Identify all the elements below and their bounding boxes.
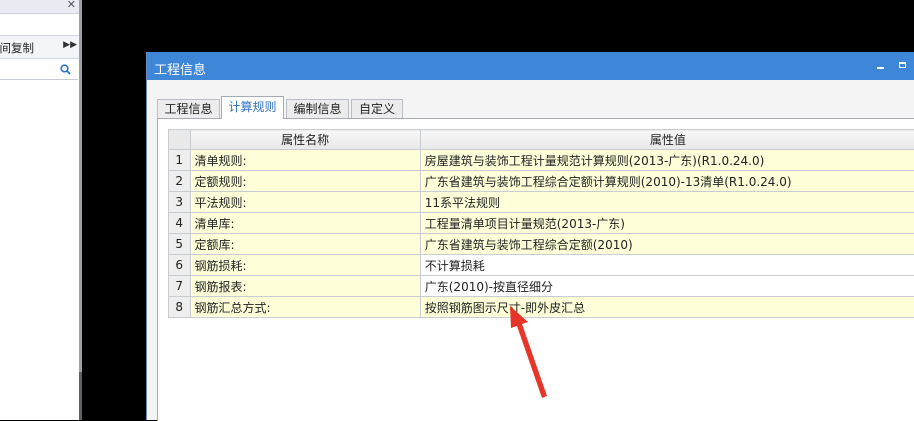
grid-corner bbox=[169, 130, 191, 150]
column-header-property-value[interactable]: 属性值 bbox=[420, 130, 914, 150]
column-header-property-name[interactable]: 属性名称 bbox=[190, 130, 420, 150]
table-row[interactable]: 5 定额库: 广东省建筑与装饰工程综合定额(2010) bbox=[169, 234, 914, 255]
dialog-title: 工程信息 bbox=[154, 59, 206, 78]
row-index: 1 bbox=[169, 150, 191, 171]
row-index: 7 bbox=[169, 276, 191, 297]
table-row[interactable]: 6 钢筋损耗: 不计算损耗 bbox=[169, 255, 914, 276]
property-name-cell: 定额库: bbox=[190, 234, 420, 255]
left-scrollbar-thumb[interactable] bbox=[79, 372, 82, 420]
copy-between-floors-button[interactable]: 层间复制 bbox=[0, 40, 34, 56]
double-chevron-right-icon[interactable]: ▶▶ bbox=[63, 40, 77, 50]
property-value-cell[interactable]: 按照钢筋图示尺寸-即外皮汇总 bbox=[420, 297, 914, 318]
left-search-input[interactable] bbox=[0, 60, 78, 80]
property-name-cell: 钢筋损耗: bbox=[190, 255, 420, 276]
maximize-button[interactable] bbox=[898, 58, 910, 72]
row-index: 4 bbox=[169, 213, 191, 234]
property-name-cell: 定额规则: bbox=[190, 171, 420, 192]
table-row[interactable]: 4 清单库: 工程量清单项目计量规范(2013-广东) bbox=[169, 213, 914, 234]
row-index: 3 bbox=[169, 192, 191, 213]
property-value-cell[interactable]: 房屋建筑与装饰工程计量规范计算规则(2013-广东)(R1.0.24.0) bbox=[420, 150, 914, 171]
search-icon[interactable] bbox=[60, 64, 71, 75]
annotation-arrow-icon bbox=[500, 300, 560, 400]
left-panel-titlebar: ✕ bbox=[0, 0, 80, 14]
table-row[interactable]: 2 定额规则: 广东省建筑与装饰工程综合定额计算规则(2010)-13清单(R1… bbox=[169, 171, 914, 192]
tab-project-info[interactable]: 工程信息 bbox=[157, 99, 220, 118]
dialog-titlebar[interactable]: 工程信息 bbox=[147, 52, 914, 80]
property-value-cell[interactable]: 广东(2010)-按直径细分 bbox=[420, 276, 914, 297]
row-index: 2 bbox=[169, 171, 191, 192]
table-row[interactable]: 3 平法规则: 11系平法规则 bbox=[169, 192, 914, 213]
table-row[interactable]: 7 钢筋报表: 广东(2010)-按直径细分 bbox=[169, 276, 914, 297]
tab-compilation-info[interactable]: 编制信息 bbox=[286, 99, 349, 118]
tab-custom[interactable]: 自定义 bbox=[351, 99, 403, 118]
tab-calculation-rules[interactable]: 计算规则 bbox=[221, 96, 284, 119]
property-value-cell[interactable]: 不计算损耗 bbox=[420, 255, 914, 276]
property-value-cell[interactable]: 11系平法规则 bbox=[420, 192, 914, 213]
row-index: 5 bbox=[169, 234, 191, 255]
row-index: 6 bbox=[169, 255, 191, 276]
property-name-cell: 清单库: bbox=[190, 213, 420, 234]
minimize-button[interactable] bbox=[875, 58, 887, 72]
left-toolbar: 层间复制 ▶▶ bbox=[0, 35, 80, 59]
property-grid: 属性名称 属性值 1 清单规则: 房屋建筑与装饰工程计量规范计算规则(2013-… bbox=[168, 129, 914, 318]
property-name-cell: 平法规则: bbox=[190, 192, 420, 213]
property-name-cell: 钢筋汇总方式: bbox=[190, 297, 420, 318]
property-value-cell[interactable]: 工程量清单项目计量规范(2013-广东) bbox=[420, 213, 914, 234]
property-name-cell: 钢筋报表: bbox=[190, 276, 420, 297]
property-name-cell: 清单规则: bbox=[190, 150, 420, 171]
property-value-cell[interactable]: 广东省建筑与装饰工程综合定额计算规则(2010)-13清单(R1.0.24.0) bbox=[420, 171, 914, 192]
left-scrollbar[interactable] bbox=[79, 0, 82, 420]
left-panel: ✕ 层间复制 ▶▶ bbox=[0, 0, 80, 420]
table-row[interactable]: 1 清单规则: 房屋建筑与装饰工程计量规范计算规则(2013-广东)(R1.0.… bbox=[169, 150, 914, 171]
property-value-cell[interactable]: 广东省建筑与装饰工程综合定额(2010) bbox=[420, 234, 914, 255]
row-index: 8 bbox=[169, 297, 191, 318]
close-icon[interactable]: ✕ bbox=[67, 0, 76, 11]
